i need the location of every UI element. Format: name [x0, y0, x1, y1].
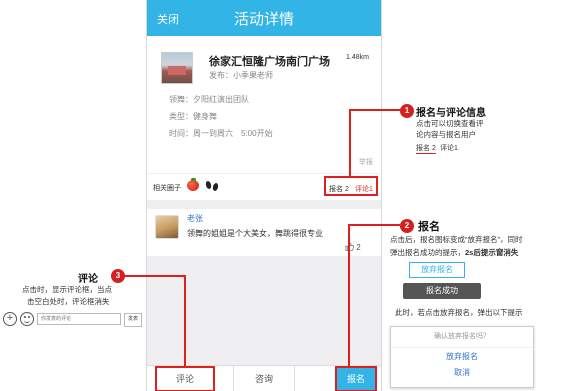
- type-label: 类型：健身舞: [169, 112, 217, 121]
- related-circles-row: 相关圈子 报名 2 评论1: [147, 173, 381, 200]
- plus-icon[interactable]: +: [3, 312, 17, 326]
- annotation-3-line1: 点击时，显示评论框，当点: [22, 285, 112, 294]
- dialog-confirm-button[interactable]: 放弃报名: [391, 351, 533, 362]
- related-circles-label: 相关圈子: [153, 185, 181, 192]
- emoji-icon[interactable]: [20, 312, 34, 326]
- signup-success-toast: 报名成功: [403, 283, 481, 299]
- annotation-3-line2: 击空白处时，评论框消失: [27, 297, 110, 306]
- confirm-cancel-dialog: 确认放弃报名吗？ 放弃报名 取消: [390, 326, 534, 388]
- cancel-signup-button[interactable]: 放弃报名: [409, 262, 465, 278]
- annotation-2-line1: 点击后，报名图标变成“放弃报名”，同时: [390, 235, 523, 244]
- callout-line-2-h: [348, 224, 400, 226]
- dialog-title: 确认放弃报名吗？: [391, 327, 533, 348]
- callout-line-1-h: [349, 109, 401, 111]
- leader-label: 领舞：夕阳红演出团队: [169, 95, 249, 104]
- tab-comments[interactable]: 评论1: [355, 184, 373, 194]
- top-bar: 关闭 活动详情: [147, 0, 381, 36]
- avatar[interactable]: [155, 215, 179, 239]
- venue-name: 徐家汇恒隆广场南门广场: [209, 56, 330, 68]
- annotation-1-tab-signup: 报名 2: [416, 143, 436, 155]
- callout-badge-3: 3: [111, 269, 125, 283]
- commenter-name[interactable]: 老张: [187, 213, 203, 224]
- callout-line-3-h: [124, 275, 186, 277]
- callout-line-3: [184, 275, 186, 366]
- time-label: 时间：周一到周六 5:00开始: [169, 129, 273, 138]
- comment-text: 领舞的姐姐是个大美女，舞跳得很专业: [187, 229, 323, 238]
- phone-screen: 关闭 活动详情 徐家汇恒隆广场南门广场 1.48km 发布：小季果老师 领舞：夕…: [146, 0, 382, 391]
- distance-label: 1.48km: [346, 54, 369, 61]
- annotation-2-line2-a: 弹出报名成功的提示，: [390, 248, 465, 257]
- dialog-cancel-button[interactable]: 取消: [391, 367, 533, 378]
- report-link[interactable]: 举报: [359, 157, 373, 167]
- footprint-icon[interactable]: [205, 180, 221, 192]
- tab-signup[interactable]: 报名 2: [329, 184, 349, 194]
- comment-item: 老张 领舞的姐姐是个大美女，舞跳得很专业 2: [147, 209, 381, 256]
- annotation-2-line2-b: 2s后提示窗消失: [465, 248, 519, 257]
- consult-button[interactable]: 咨询: [233, 366, 295, 391]
- callout-line-1: [349, 109, 351, 177]
- callout-line-2: [348, 224, 350, 366]
- send-comment-button[interactable]: 发表: [124, 313, 142, 327]
- callout-badge-1: 1: [400, 104, 414, 118]
- annotation-1-tab-comment: 评论1: [440, 145, 458, 152]
- annotation-2-title: 报名: [418, 221, 440, 233]
- annotation-1-title: 报名与评论信息: [416, 108, 486, 119]
- page-title: 活动详情: [233, 11, 294, 28]
- signup-comment-tabs: 报名 2 评论1: [324, 176, 378, 196]
- callout-badge-2: 2: [400, 219, 414, 233]
- annotation-2-line3: 此时，若点击放弃报名，弹出以下提示: [395, 308, 523, 317]
- signup-button[interactable]: 报名: [335, 366, 377, 391]
- poster-label[interactable]: 发布：小季果老师: [209, 70, 273, 81]
- venue-thumbnail: [161, 52, 193, 84]
- like-count: 2: [356, 243, 361, 252]
- annotation-1-line2: 论内容与报名用户: [416, 130, 476, 139]
- bottom-action-bar: 评论 咨询 报名: [147, 365, 381, 391]
- comment-button[interactable]: 评论: [155, 366, 215, 391]
- comment-input[interactable]: [37, 313, 121, 325]
- tomato-icon[interactable]: [187, 178, 199, 191]
- annotation-3-title: 评论: [78, 274, 98, 285]
- annotation-2-line2: 弹出报名成功的提示，2s后提示窗消失: [390, 247, 518, 259]
- example-tab-signup: 报名 2: [416, 145, 436, 154]
